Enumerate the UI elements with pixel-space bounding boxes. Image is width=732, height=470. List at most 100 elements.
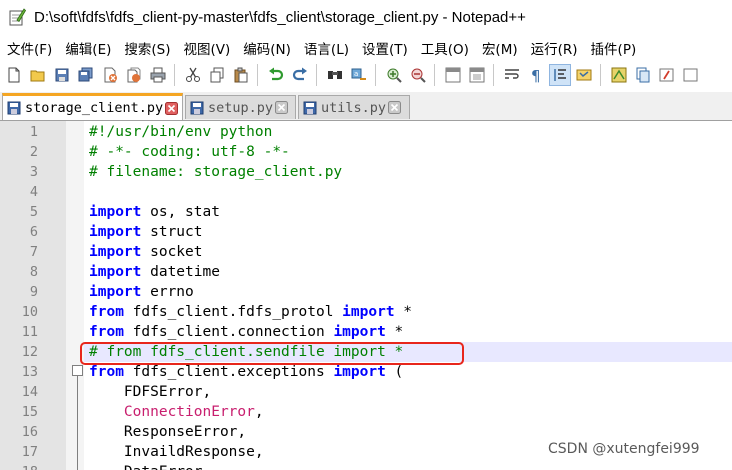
code-text: FDFSError, [89, 384, 212, 400]
save-all-icon[interactable] [76, 65, 96, 85]
tab-close-icon[interactable] [165, 101, 179, 115]
menu-run[interactable]: 运行(R) [524, 38, 584, 58]
code-text: import struct [89, 222, 203, 242]
indent-guide-icon[interactable] [549, 64, 571, 86]
code-text: ResponseError, [89, 424, 247, 440]
saved-file-icon [190, 101, 204, 114]
code-line: 5 import os, stat [0, 202, 732, 222]
code-line: 6 import struct [0, 222, 732, 242]
menu-encoding[interactable]: 编码(N) [236, 38, 297, 58]
code-line: 11 from fdfs_client.connection import * [0, 322, 732, 342]
tab-storage-client[interactable]: storage_client.py [2, 93, 183, 120]
toolbar-separator [375, 64, 376, 86]
menu-tools[interactable]: 工具(O) [414, 38, 475, 58]
toolbar-separator [600, 64, 601, 86]
annotation-highlight-box [80, 342, 464, 365]
window-title: D:\soft\fdfs\fdfs_client-py-master\fdfs_… [34, 8, 526, 26]
user-defined-language-icon[interactable] [574, 65, 594, 85]
menu-plugins[interactable]: 插件(P) [584, 38, 643, 58]
code-fragment: fdfs_client.fdfs_protol [123, 304, 343, 320]
code-line: 1 #!/usr/bin/env python [0, 122, 732, 142]
copy-icon[interactable] [207, 65, 227, 85]
code-fragment: os, stat [141, 204, 220, 220]
show-all-characters-icon[interactable]: ¶ [526, 65, 546, 85]
title-bar: D:\soft\fdfs\fdfs_client-py-master\fdfs_… [0, 0, 732, 34]
find-icon[interactable] [325, 65, 345, 85]
code-text: from fdfs_client.exceptions import ( [89, 362, 403, 382]
code-line: 13 from fdfs_client.exceptions import ( [0, 362, 732, 382]
code-text: ConnectionError, [89, 402, 264, 422]
tab-label: utils.py [321, 99, 387, 116]
word-wrap-icon[interactable] [502, 65, 522, 85]
menu-macro[interactable]: 宏(M) [475, 38, 524, 58]
tab-close-icon[interactable] [275, 101, 289, 114]
line-number: 18 [0, 462, 64, 470]
code-line: 15 ConnectionError, [0, 402, 732, 422]
keyword: import [89, 224, 142, 240]
cut-icon[interactable] [183, 65, 203, 85]
line-number: 2 [29, 144, 38, 160]
menu-search[interactable]: 搜索(S) [117, 38, 176, 58]
line-number: 12 [21, 344, 38, 360]
code-text: # filename: storage_client.py [89, 164, 343, 180]
menu-edit[interactable]: 编辑(E) [58, 38, 117, 58]
folder-as-workspace-icon[interactable] [657, 65, 677, 85]
notepad-plus-plus-icon [9, 8, 26, 26]
toolbar-separator [316, 64, 317, 86]
paste-icon[interactable] [231, 65, 251, 85]
code-line: 18 DataError [0, 462, 732, 470]
menu-bar: 文件(F) 编辑(E) 搜索(S) 视图(V) 编码(N) 语言(L) 设置(T… [0, 36, 732, 60]
document-map-icon[interactable] [609, 65, 629, 85]
zoom-in-icon[interactable] [384, 65, 404, 85]
line-number: 10 [21, 304, 38, 320]
function-list-icon[interactable] [633, 65, 653, 85]
keyword: import [342, 304, 395, 320]
code-fragment: * [385, 324, 404, 340]
print-icon[interactable] [148, 65, 168, 85]
monitoring-icon[interactable] [681, 65, 701, 85]
menu-settings[interactable]: 设置(T) [355, 38, 414, 58]
code-line: 2 # -*- coding: utf-8 -*- [0, 142, 732, 162]
toolbar-separator [434, 64, 435, 86]
sync-horizontal-icon[interactable] [467, 65, 487, 85]
zoom-out-icon[interactable] [408, 65, 428, 85]
line-number: 3 [29, 164, 38, 180]
code-text: DataError [89, 462, 203, 470]
undo-icon[interactable] [266, 65, 286, 85]
replace-icon[interactable]: a [349, 65, 369, 85]
open-file-icon[interactable] [28, 65, 48, 85]
menu-file[interactable]: 文件(F) [0, 38, 58, 58]
code-editor[interactable]: 1 #!/usr/bin/env python 2 # -*- coding: … [0, 121, 732, 470]
line-number: 1 [29, 124, 38, 140]
sync-vertical-icon[interactable] [443, 65, 463, 85]
toolbar-separator [257, 64, 258, 86]
code-text: #!/usr/bin/env python [89, 124, 273, 140]
code-text: import socket [89, 242, 203, 262]
keyword: from [89, 324, 124, 340]
keyword: from [89, 364, 124, 380]
builtin-class-name: ConnectionError [123, 404, 255, 420]
svg-text:a: a [354, 70, 358, 78]
close-file-icon[interactable] [100, 65, 120, 85]
menu-view[interactable]: 视图(V) [177, 38, 237, 58]
line-number: 16 [21, 424, 38, 440]
code-fragment: errno [141, 284, 194, 300]
tab-label: setup.py [208, 99, 274, 116]
tab-setup[interactable]: setup.py [185, 95, 296, 119]
tab-utils[interactable]: utils.py [298, 95, 410, 119]
code-line: 8 import datetime [0, 262, 732, 282]
line-number: 9 [29, 284, 38, 300]
code-text: import datetime [89, 262, 220, 282]
line-number: 14 [21, 384, 38, 400]
redo-icon[interactable] [290, 65, 310, 85]
close-all-icon[interactable] [124, 65, 144, 85]
menu-language[interactable]: 语言(L) [297, 38, 355, 58]
new-file-icon[interactable] [4, 65, 24, 85]
tab-close-icon[interactable] [388, 101, 402, 114]
code-fragment: fdfs_client.exceptions [123, 364, 334, 380]
save-icon[interactable] [52, 65, 72, 85]
keyword: import [89, 244, 142, 260]
code-text: import errno [89, 282, 194, 302]
code-text: import os, stat [89, 202, 220, 222]
line-number: 17 [21, 444, 38, 460]
